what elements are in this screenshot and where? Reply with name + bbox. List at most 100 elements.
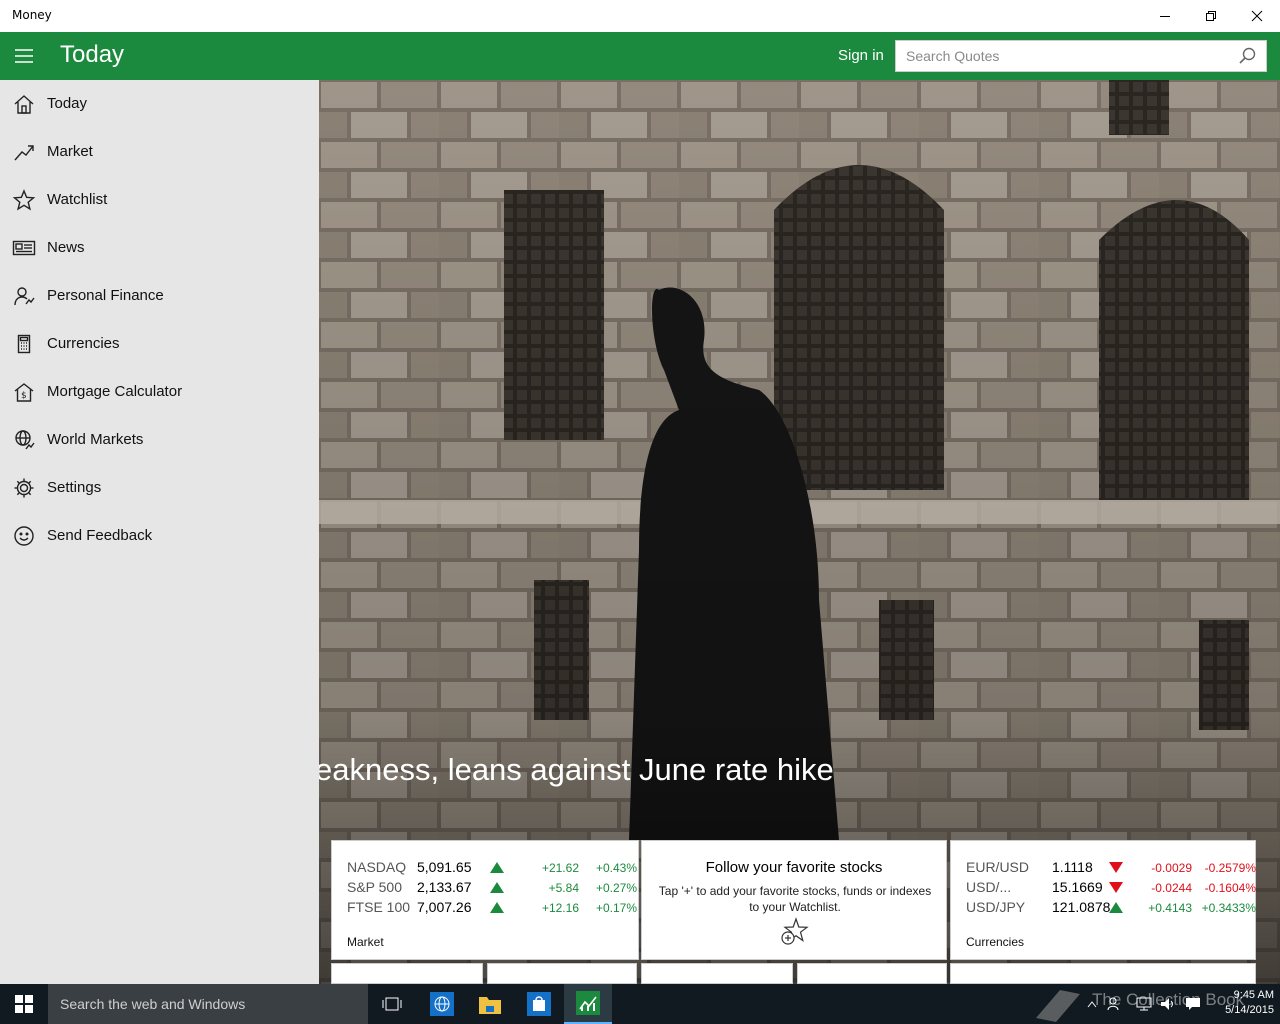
- quote-name: FTSE 100: [347, 899, 411, 915]
- clock-time: 9:45 AM: [1233, 989, 1274, 1001]
- store-button[interactable]: [515, 984, 563, 1024]
- home-icon: [12, 92, 36, 116]
- quote-row: FTSE 100 7,007.26 +12.16 +0.17%: [347, 899, 647, 919]
- quote-percent: +0.27%: [595, 881, 637, 895]
- taskbar-search-text: Search the web and Windows: [60, 996, 246, 1012]
- mortgage-icon: $: [12, 380, 36, 404]
- restore-button[interactable]: [1188, 0, 1234, 32]
- page-title: Today: [60, 41, 125, 68]
- quote-name: USD/JPY: [966, 899, 1026, 915]
- file-explorer-button[interactable]: [466, 984, 514, 1024]
- nav-item-send-feedback[interactable]: Send Feedback: [0, 512, 319, 560]
- quote-change: +5.84: [548, 881, 579, 895]
- nav-item-label: Watchlist: [47, 191, 108, 208]
- network-tray-button[interactable]: [1132, 984, 1156, 1024]
- quote-value: 5,091.65: [417, 859, 472, 875]
- quote-change: -0.0029: [1151, 861, 1192, 875]
- side-navigation: Today Market Watchlist News Personal Fin…: [0, 80, 319, 984]
- hero-headline[interactable]: eakness, leans against June rate hike: [319, 752, 834, 788]
- nav-item-settings[interactable]: Settings: [0, 464, 319, 512]
- taskbar: Search the web and Windows The Collectio…: [0, 984, 1280, 1024]
- nav-item-personal-finance[interactable]: Personal Finance: [0, 272, 319, 320]
- task-view-button[interactable]: [368, 984, 416, 1024]
- minimize-icon: [1160, 16, 1170, 17]
- quote-row: S&P 500 2,133.67 +5.84 +0.27%: [347, 879, 647, 899]
- trend-icon: [12, 140, 36, 164]
- volume-icon: [1161, 998, 1173, 1010]
- quote-percent: -0.2579%: [1204, 861, 1256, 875]
- currencies-tile[interactable]: EUR/USD 1.1118 -0.0029 -0.2579% USD/... …: [950, 840, 1256, 960]
- market-tile[interactable]: NASDAQ 5,091.65 +21.62 +0.43% S&P 500 2,…: [331, 840, 639, 960]
- quote-value: 1.1118: [1052, 859, 1093, 875]
- down-arrow-icon: [1109, 882, 1123, 893]
- close-button[interactable]: [1234, 0, 1280, 32]
- svg-text:$: $: [21, 391, 27, 401]
- quote-name: NASDAQ: [347, 859, 407, 875]
- people-tray-icon[interactable]: [1104, 984, 1128, 1024]
- add-to-watchlist-icon[interactable]: [779, 917, 809, 947]
- star-icon: [12, 188, 36, 212]
- nav-item-label: Currencies: [47, 335, 120, 352]
- up-arrow-icon: [490, 862, 504, 873]
- up-arrow-icon: [490, 882, 504, 893]
- partial-tile[interactable]: [331, 963, 483, 984]
- partial-tile[interactable]: [487, 963, 637, 984]
- quote-row: EUR/USD 1.1118 -0.0029 -0.2579%: [966, 859, 1266, 879]
- personal-finance-icon: [12, 284, 36, 308]
- quote-name: EUR/USD: [966, 859, 1030, 875]
- nav-item-today[interactable]: Today: [0, 80, 319, 128]
- money-app-icon: [576, 991, 600, 1015]
- nav-item-label: Personal Finance: [47, 287, 164, 304]
- hamburger-button[interactable]: [0, 32, 48, 80]
- minimize-button[interactable]: [1142, 0, 1188, 32]
- nav-item-label: News: [47, 239, 85, 256]
- quote-row: NASDAQ 5,091.65 +21.62 +0.43%: [347, 859, 647, 879]
- show-hidden-icons-button[interactable]: [1084, 984, 1100, 1024]
- chevron-up-icon: [1087, 1001, 1097, 1008]
- taskbar-search-box[interactable]: Search the web and Windows: [48, 984, 368, 1024]
- nav-item-world-markets[interactable]: World Markets: [0, 416, 319, 464]
- gear-icon: [12, 476, 36, 500]
- nav-item-watchlist[interactable]: Watchlist: [0, 176, 319, 224]
- news-icon: [12, 236, 36, 260]
- follow-title: Follow your favorite stocks: [705, 859, 883, 876]
- partial-tile[interactable]: [641, 963, 793, 984]
- sign-in-link[interactable]: Sign in: [838, 47, 884, 64]
- up-arrow-icon: [490, 902, 504, 913]
- edge-browser-button[interactable]: [418, 984, 466, 1024]
- nav-item-news[interactable]: News: [0, 224, 319, 272]
- watermark-book-icon: [1036, 990, 1080, 1022]
- nav-item-label: Settings: [47, 479, 102, 496]
- action-center-button[interactable]: [1181, 984, 1205, 1024]
- start-button[interactable]: [0, 984, 48, 1024]
- smiley-icon: [12, 524, 36, 548]
- nav-item-label: Today: [47, 95, 88, 112]
- nav-item-mortgage-calculator[interactable]: $ Mortgage Calculator: [0, 368, 319, 416]
- window-titlebar: Money: [0, 0, 1280, 32]
- taskbar-clock[interactable]: 9:45 AM 5/14/2015: [1210, 988, 1274, 1018]
- follow-description: Tap '+' to add your favorite stocks, fun…: [658, 884, 932, 914]
- restore-icon: [1206, 11, 1216, 21]
- money-app-button[interactable]: [564, 984, 612, 1024]
- partial-tile[interactable]: [950, 963, 1256, 984]
- nav-item-label: Send Feedback: [47, 527, 153, 544]
- quote-value: 121.0878: [1052, 899, 1111, 915]
- volume-tray-button[interactable]: [1156, 984, 1180, 1024]
- store-icon: [527, 992, 551, 1016]
- nav-item-currencies[interactable]: Currencies: [0, 320, 319, 368]
- quote-percent: +0.17%: [595, 901, 637, 915]
- quote-change: +0.4143: [1148, 901, 1192, 915]
- tile-label: Market: [347, 935, 384, 949]
- search-icon[interactable]: [1238, 47, 1256, 65]
- search-quotes-input[interactable]: [906, 46, 1216, 66]
- quote-name: S&P 500: [347, 879, 403, 895]
- calculator-icon: [12, 332, 36, 356]
- hamburger-icon: [15, 49, 33, 63]
- nav-item-market[interactable]: Market: [0, 128, 319, 176]
- follow-stocks-tile[interactable]: Follow your favorite stocks Tap '+' to a…: [641, 840, 947, 960]
- quote-change: +12.16: [541, 901, 579, 915]
- partial-tile[interactable]: [797, 963, 947, 984]
- search-quotes-box[interactable]: [895, 40, 1267, 72]
- window-title: Money: [12, 8, 52, 22]
- nav-item-label: World Markets: [47, 431, 144, 448]
